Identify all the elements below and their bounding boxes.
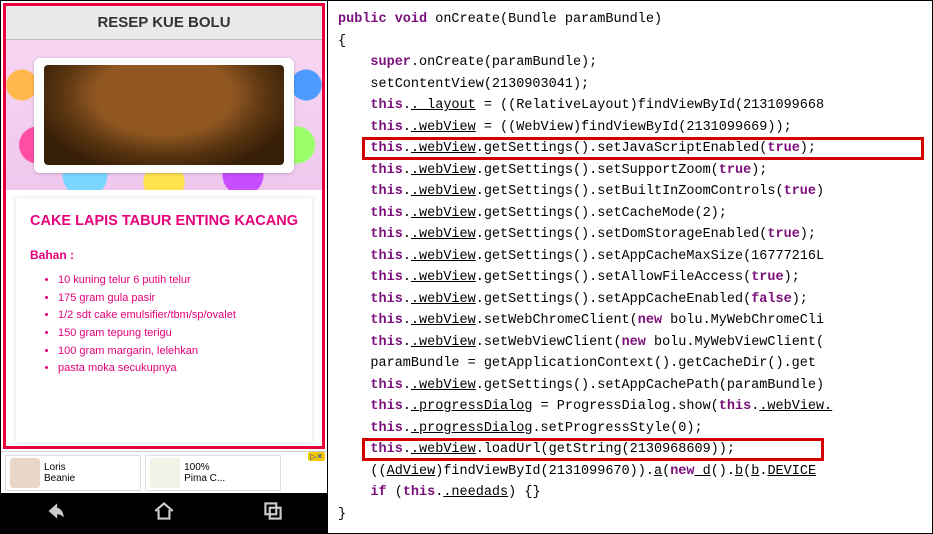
ingredient-item: 10 kuning telur 6 putih telur	[58, 272, 298, 290]
adchoices-badge[interactable]: ▷✕	[308, 452, 325, 461]
android-navbar	[1, 493, 327, 533]
cake-card	[34, 58, 294, 173]
ingredient-item: pasta moka secukupnya	[58, 360, 298, 378]
ingredients-label: Bahan :	[30, 248, 298, 262]
code-block: public void onCreate(Bundle paramBundle)…	[338, 9, 928, 525]
ingredient-item: 100 gram margarin, lelehkan	[58, 343, 298, 361]
ad-thumbnail	[150, 458, 180, 488]
recipe-card: CAKE LAPIS TABUR ENTING KACANG Bahan : 1…	[16, 198, 312, 442]
ad-line: 100%	[184, 462, 225, 473]
ad-line: Loris	[44, 462, 75, 473]
ad-line: Pima C...	[184, 473, 225, 484]
balloons-banner	[6, 40, 322, 190]
ingredient-item: 150 gram tepung terigu	[58, 325, 298, 343]
ad-line: Beanie	[44, 473, 75, 484]
home-icon[interactable]	[151, 498, 177, 529]
ad-bar: Loris Beanie 100% Pima C... ▷✕	[1, 451, 327, 493]
ad-item[interactable]: 100% Pima C...	[145, 455, 281, 491]
phone-app-area: RESEP KUE BOLU CAKE LAPIS TABUR ENTING K…	[3, 3, 325, 449]
ad-thumbnail	[10, 458, 40, 488]
phone-screenshot: RESEP KUE BOLU CAKE LAPIS TABUR ENTING K…	[0, 0, 328, 534]
ingredient-item: 175 gram gula pasir	[58, 290, 298, 308]
recent-apps-icon[interactable]	[260, 498, 286, 529]
ingredient-item: 1/2 sdt cake emulsifier/tbm/sp/ovalet	[58, 307, 298, 325]
code-panel: public void onCreate(Bundle paramBundle)…	[328, 0, 933, 534]
ingredients-list: 10 kuning telur 6 putih telur 175 gram g…	[30, 272, 298, 378]
app-header: RESEP KUE BOLU	[6, 6, 322, 40]
cake-image	[44, 65, 284, 165]
back-icon[interactable]	[42, 498, 68, 529]
recipe-title: CAKE LAPIS TABUR ENTING KACANG	[30, 212, 298, 230]
ad-item[interactable]: Loris Beanie	[5, 455, 141, 491]
